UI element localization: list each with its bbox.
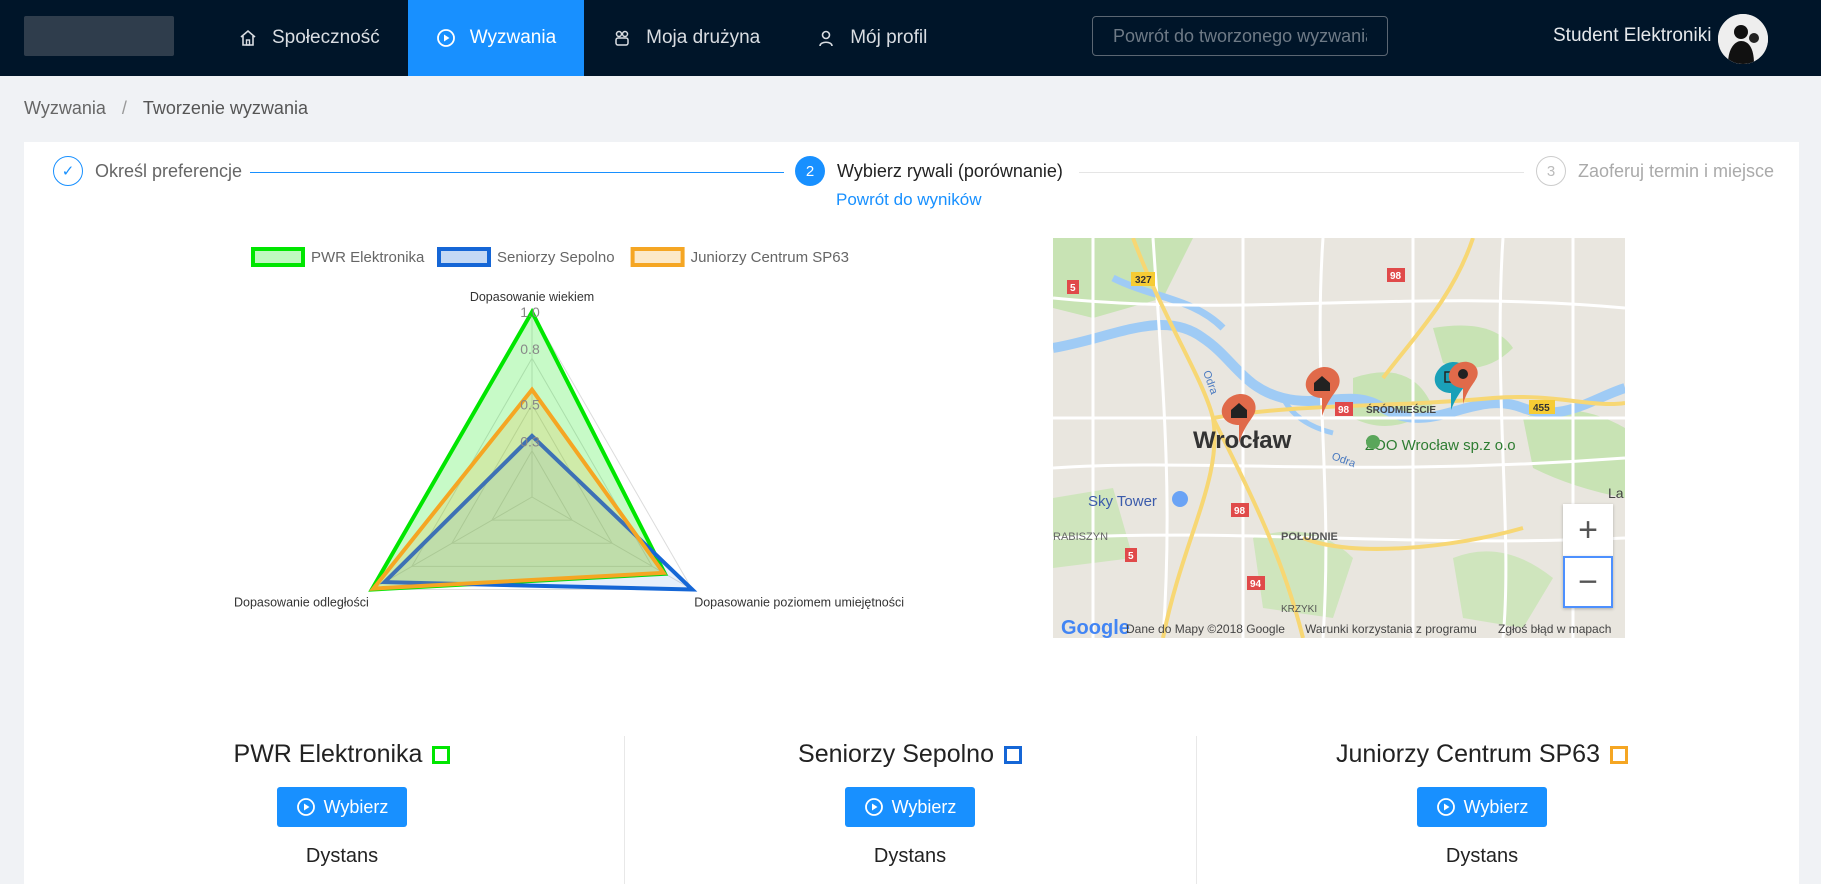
app-logo[interactable]	[24, 16, 174, 56]
main-nav: Społeczność Wyzwania Moja drużyna Mój pr…	[210, 0, 955, 76]
map-skytower-label: Sky Tower	[1088, 493, 1157, 510]
play-circle-icon	[864, 798, 883, 816]
nav-item-label: Moja drużyna	[646, 27, 761, 48]
step-number: 2	[795, 156, 825, 186]
nav-item-challenges[interactable]: Wyzwania	[407, 0, 585, 76]
road-label-455: 455	[1533, 403, 1550, 414]
step-choose-rivals[interactable]: 2 Wybierz rywali (porównanie)	[795, 156, 1063, 186]
choose-team-button[interactable]: Wybierz	[845, 787, 975, 827]
team-name-text: Juniorzy Centrum SP63	[1335, 740, 1600, 768]
team-name: Juniorzy Centrum SP63	[1336, 740, 1628, 769]
column-divider	[624, 736, 625, 884]
road-label-98: 98	[1390, 271, 1402, 282]
back-to-results-link[interactable]: Powrót do wyników	[836, 190, 982, 210]
road-label-94: 94	[1250, 579, 1262, 590]
google-logo: Google	[1061, 617, 1130, 638]
team-name: PWR Elektronika	[234, 740, 451, 769]
map-edge-label: La	[1608, 485, 1624, 501]
map-district-label: KRZYKI	[1281, 604, 1317, 615]
breadcrumb: Wyzwania / Tworzenie wyzwania	[24, 98, 308, 119]
button-label: Wybierz	[891, 796, 957, 817]
breadcrumb-item-challenges[interactable]: Wyzwania	[24, 98, 106, 119]
breadcrumb-separator: /	[121, 98, 127, 118]
team-color-swatch	[1003, 745, 1022, 764]
team-metric-label: Dystans	[305, 845, 379, 867]
map-terms-link[interactable]: Warunki korzystania z programu	[1305, 622, 1477, 636]
nav-item-label: Wyzwania	[469, 27, 557, 48]
road-label-98: 98	[1338, 405, 1350, 416]
team-name-text: Seniorzy Sepolno	[798, 740, 994, 768]
road-label-327: 327	[1135, 275, 1152, 286]
username[interactable]: Student Elektroniki	[1553, 25, 1711, 47]
step-label: Zaoferuj termin i miejsce	[1578, 160, 1775, 181]
nav-item-label: Mój profil	[850, 27, 928, 48]
button-label: Wybierz	[1463, 796, 1529, 817]
user-icon	[816, 28, 836, 48]
step-connector	[1079, 172, 1524, 173]
step-connector	[250, 172, 784, 173]
map[interactable]: 327 98 5 98 455 98 5 94 Wrocław ZOO Wroc…	[1053, 238, 1625, 638]
nav-item-my-team[interactable]: Moja drużyna	[584, 0, 788, 76]
skytower-marker-icon	[1172, 491, 1188, 507]
team-color-swatch	[432, 745, 451, 764]
road-label-5: 5	[1070, 283, 1076, 294]
home-icon	[238, 28, 258, 48]
map-district-label: ŚRÓDMIEŚCIE	[1366, 403, 1436, 416]
road-label-98: 98	[1234, 506, 1246, 517]
step-offer-time[interactable]: 3 Zaoferuj termin i miejsce	[1536, 156, 1774, 186]
play-circle-icon	[1436, 798, 1455, 816]
play-circle-icon	[436, 28, 456, 48]
team-name-text: PWR Elektronika	[233, 740, 423, 768]
team-name: Seniorzy Sepolno	[798, 740, 1022, 769]
step-number: 3	[1536, 156, 1566, 186]
zoom-out-button[interactable]: −	[1563, 556, 1613, 608]
team-color-swatch	[1610, 745, 1628, 764]
nav-item-label: Społeczność	[272, 27, 380, 48]
column-divider	[1196, 736, 1197, 884]
zoo-marker-icon	[1366, 435, 1380, 449]
step-label: Określ preferencje	[95, 160, 243, 181]
team-column: Seniorzy Sepolno Wybierz Dystans	[650, 740, 1170, 868]
team-column: Juniorzy Centrum SP63 Wybierz Dystans	[1222, 740, 1742, 868]
play-circle-icon	[296, 798, 315, 816]
map-attribution[interactable]: Dane do Mapy ©2018 Google	[1126, 622, 1285, 636]
return-to-challenge-input[interactable]	[1092, 16, 1388, 56]
breadcrumb-item-current: Tworzenie wyzwania	[142, 98, 308, 118]
choose-team-button[interactable]: Wybierz	[1417, 787, 1547, 827]
choose-team-button[interactable]: Wybierz	[277, 787, 407, 827]
avatar[interactable]	[1718, 14, 1768, 64]
team-metric-label: Dystans	[873, 845, 947, 867]
team-metric-label: Dystans	[1445, 845, 1519, 867]
team-column: PWR Elektronika Wybierz Dystans	[82, 740, 602, 868]
nav-item-my-profile[interactable]: Mój profil	[788, 0, 955, 76]
step-label: Wybierz rywali (porównanie)	[837, 160, 1063, 181]
top-navigation-bar: Społeczność Wyzwania Moja drużyna Mój pr…	[0, 0, 1821, 76]
nav-item-community[interactable]: Społeczność	[210, 0, 408, 76]
check-icon: ✓	[53, 156, 83, 186]
map-district-label: RABISZYN	[1053, 531, 1108, 543]
button-label: Wybierz	[323, 796, 389, 817]
road-label-5: 5	[1128, 551, 1134, 562]
map-report-link[interactable]: Zgłoś błąd w mapach	[1498, 622, 1611, 636]
step-preferences[interactable]: ✓ Określ preferencje	[53, 156, 242, 186]
map-zoo-label: ZOO Wrocław sp.z o.o	[1365, 437, 1516, 454]
zoom-in-button[interactable]: +	[1563, 504, 1613, 556]
map-district-label: POŁUDNIE	[1281, 531, 1338, 543]
team-icon	[612, 28, 632, 48]
